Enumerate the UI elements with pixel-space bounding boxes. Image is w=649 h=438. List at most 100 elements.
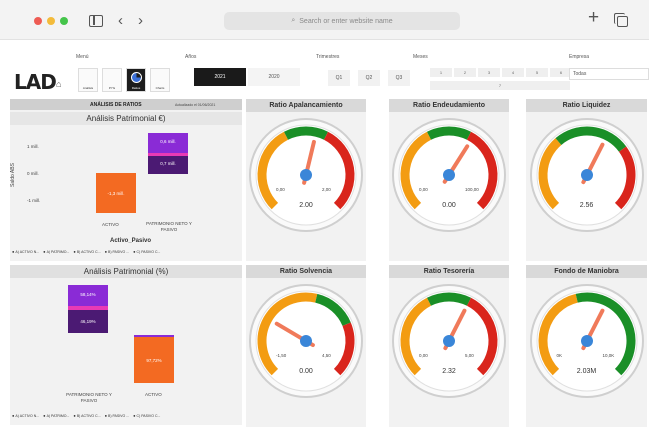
app-window: ‹ › ⌕ Search or enter website name + Men… bbox=[0, 0, 649, 438]
menu-button-label: PYG bbox=[108, 86, 116, 90]
menu-button-label: Ratios bbox=[131, 86, 141, 90]
x-tick-patrimonio: PATRIMONIO NETO Y PASIVO bbox=[146, 221, 192, 232]
quarters-label: Trimestres bbox=[316, 54, 340, 60]
company-label: Empresa bbox=[569, 54, 590, 60]
sidebar-toggle-icon[interactable] bbox=[89, 15, 103, 27]
months-label: Meses bbox=[413, 54, 428, 60]
legend-item[interactable]: C) PASIVO C... bbox=[133, 413, 161, 418]
gauge-value: 2.03M bbox=[576, 368, 597, 375]
filter-bar: Menú Años Trimestres Meses Empresa LAD ⌂… bbox=[10, 48, 649, 96]
browser-toolbar: ‹ › ⌕ Search or enter website name + bbox=[0, 0, 649, 40]
gauge-hub bbox=[580, 169, 593, 181]
legend-item[interactable]: A) PATRIMO... bbox=[43, 249, 70, 254]
back-arrow-icon[interactable]: ‹ bbox=[118, 12, 123, 30]
patrimonial-abs-ylabel: Saldo ABS bbox=[10, 163, 16, 187]
gauge-svg bbox=[529, 118, 644, 232]
y-tick: -1 mill. bbox=[27, 198, 41, 203]
gauge-svg bbox=[249, 284, 363, 398]
gauge-hub bbox=[300, 169, 312, 181]
patrimonial-pct-panel: Análisis Patrimonial (%) 58,14% 46,19% 9… bbox=[10, 265, 242, 425]
gauge-panel-4: Ratio Tesorería 0,00 5,00 2.32 bbox=[389, 265, 509, 427]
gauge-hub bbox=[300, 335, 312, 347]
gauge-max-label: 4,50 bbox=[322, 353, 331, 358]
patrimonial-pct-legend: A) ACTIVO N... A) PATRIMO... B) ACTIVO C… bbox=[12, 413, 160, 418]
gauge-svg bbox=[392, 118, 506, 232]
gauge-panel-5: Fondo de Maniobra 0K 10,0K 2.03M bbox=[526, 265, 647, 427]
gauge-value: 0.00 bbox=[299, 368, 313, 375]
address-bar[interactable]: ⌕ Search or enter website name bbox=[224, 12, 460, 30]
gauge-min-label: 0,00 bbox=[276, 187, 285, 192]
gauge-max-label: 100,00 bbox=[465, 187, 479, 192]
pct-bar-patrimonio-upper: 58,14% bbox=[68, 285, 108, 306]
menu-button-charts[interactable]: Charts bbox=[150, 68, 170, 92]
quarter-button-q3[interactable]: Q3 bbox=[388, 70, 410, 86]
gauge-title: Ratio Liquidez bbox=[526, 99, 647, 112]
y-tick: 1 mill. bbox=[27, 144, 39, 149]
gauge-title: Fondo de Maniobra bbox=[526, 265, 647, 278]
legend-item[interactable]: A) ACTIVO N... bbox=[12, 249, 39, 254]
menu-button-analisis[interactable]: Análisis bbox=[78, 68, 98, 92]
year-button-2020[interactable]: 2020 bbox=[248, 68, 300, 86]
month-button-4[interactable]: 4 bbox=[502, 68, 524, 77]
gauge-title: Ratio Solvencia bbox=[246, 265, 366, 278]
patrimonial-abs-panel: ANÁLISIS DE RATIOS Actualizado el 01/06/… bbox=[10, 99, 242, 261]
gauge-min-label: 0K bbox=[556, 353, 563, 358]
menu-label: Menú bbox=[76, 54, 89, 60]
forward-arrow-icon[interactable]: › bbox=[138, 12, 143, 30]
gauge-band-green bbox=[426, 126, 472, 140]
gauge-max-label: 2,00 bbox=[322, 187, 331, 192]
gauge-value: 2.00 bbox=[299, 202, 313, 209]
company-select[interactable]: Todas bbox=[569, 68, 649, 80]
patrimonial-abs-title: Análisis Patrimonial €) bbox=[10, 112, 242, 125]
pie-chart-icon bbox=[131, 72, 142, 83]
menu-button-pyg[interactable]: PYG bbox=[102, 68, 122, 92]
new-tab-plus-icon[interactable]: + bbox=[588, 8, 599, 27]
gauge-panel-2: Ratio Liquidez 2.56 bbox=[526, 99, 647, 261]
legend-item[interactable]: B) ACTIVO C... bbox=[73, 249, 101, 254]
gauge-panel-3: Ratio Solvencia -1,50 4,50 0.00 bbox=[246, 265, 366, 427]
legend-item[interactable]: B) PASIVO ... bbox=[105, 249, 129, 254]
legend-item[interactable]: C) PASIVO C... bbox=[133, 249, 161, 254]
month-button-1[interactable]: 1 bbox=[430, 68, 452, 77]
pct-bar-patrimonio-lower: 46,19% bbox=[68, 310, 108, 333]
company-select-value: Todas bbox=[573, 71, 587, 77]
legend-item[interactable]: A) ACTIVO N... bbox=[12, 413, 39, 418]
gauge-value: 2.56 bbox=[579, 202, 594, 209]
quarter-button-q1[interactable]: Q1 bbox=[328, 70, 350, 86]
quarter-button-q2[interactable]: Q2 bbox=[358, 70, 380, 86]
legend-item[interactable]: A) PATRIMO... bbox=[43, 413, 70, 418]
close-window-button[interactable] bbox=[34, 17, 42, 25]
gauge-min-label: 0,00 bbox=[419, 187, 428, 192]
gauge-hub bbox=[443, 335, 455, 347]
ratios-header: ANÁLISIS DE RATIOS Actualizado el 01/06/… bbox=[10, 99, 242, 110]
legend-item[interactable]: B) PASIVO ... bbox=[105, 413, 129, 418]
year-button-2021[interactable]: 2021 bbox=[194, 68, 246, 86]
bar-activo-label: -1,3 mill. bbox=[107, 191, 125, 196]
gauge-panel-1: Ratio Endeudamiento 0,00 100,00 0.00 bbox=[389, 99, 509, 261]
menu-button-ratios[interactable]: Ratios bbox=[126, 68, 146, 92]
bar-patrimonio-upper: 0,6 mill. bbox=[148, 133, 188, 153]
maximize-window-button[interactable] bbox=[60, 17, 68, 25]
bar-patrimonio-upper-label: 0,6 mill. bbox=[160, 139, 176, 144]
bar-patrimonio-lower-label: 0,7 mill. bbox=[160, 161, 176, 166]
tabs-overview-icon-back bbox=[614, 13, 625, 24]
month-button-3[interactable]: 3 bbox=[478, 68, 500, 77]
gauge-title: Ratio Apalancamiento bbox=[246, 99, 366, 112]
ratios-header-title: ANÁLISIS DE RATIOS bbox=[90, 101, 142, 108]
month-button-2[interactable]: 2 bbox=[454, 68, 476, 77]
gauge-band-green bbox=[283, 126, 329, 140]
legend-item[interactable]: B) ACTIVO C... bbox=[73, 413, 101, 418]
gauge-svg bbox=[529, 284, 644, 398]
pct-x-tick-activo: ACTIVO bbox=[145, 392, 162, 397]
month-button-5[interactable]: 5 bbox=[526, 68, 548, 77]
gauge-svg bbox=[392, 284, 506, 398]
bar-activo: -1,3 mill. bbox=[96, 173, 136, 213]
years-label: Años bbox=[185, 54, 197, 60]
minimize-window-button[interactable] bbox=[47, 17, 55, 25]
pct-bar-lower-label: 46,19% bbox=[80, 319, 96, 324]
ratios-header-updated: Actualizado el 01/06/2021 bbox=[175, 102, 216, 107]
home-icon[interactable]: ⌂ bbox=[56, 79, 61, 89]
month-button-7[interactable]: 7 bbox=[430, 81, 570, 90]
pct-bar-activo-label: 97,72% bbox=[146, 358, 162, 363]
patrimonial-abs-xlabel: Activo_Pasivo bbox=[110, 238, 152, 244]
